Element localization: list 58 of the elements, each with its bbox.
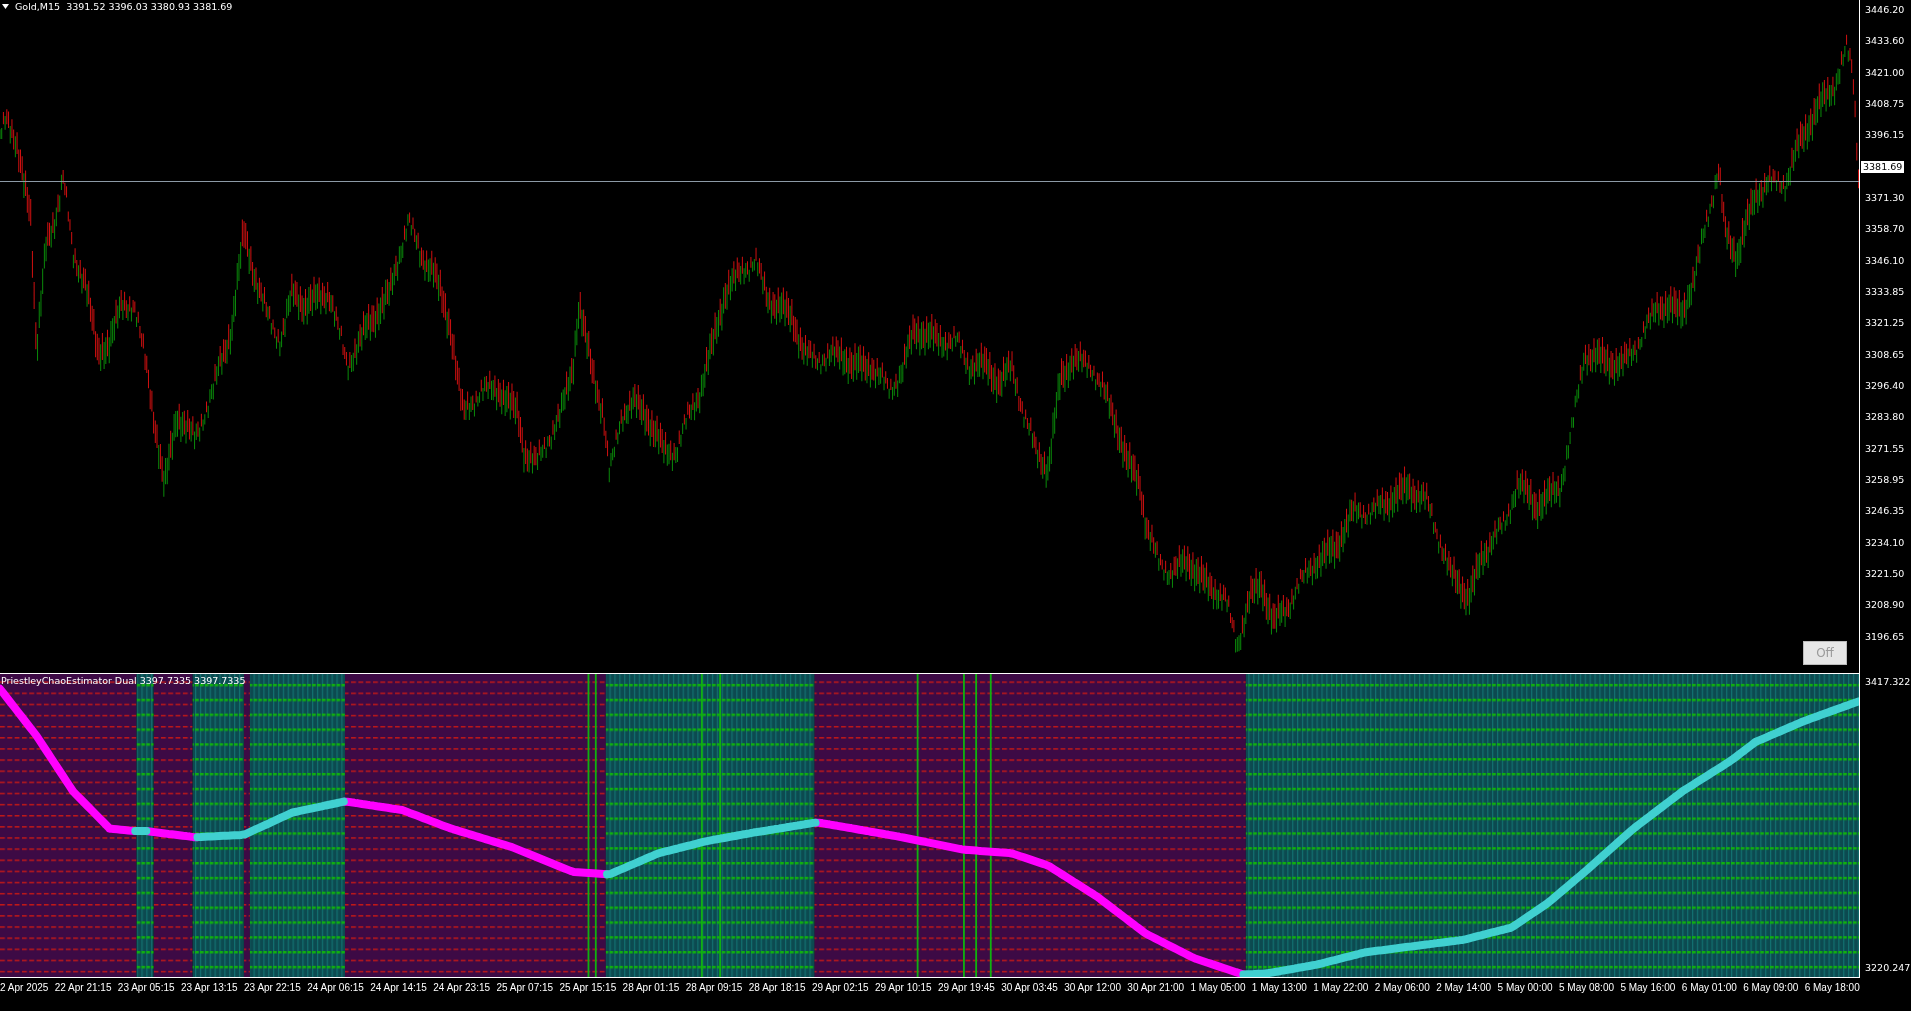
time-axis-label: 2 May 06:00 bbox=[1374, 982, 1430, 993]
time-axis-label: 29 Apr 19:45 bbox=[938, 982, 995, 993]
time-axis-label: 6 May 18:00 bbox=[1804, 982, 1860, 993]
current-price-label: 3381.69 bbox=[1861, 160, 1905, 173]
price-axis-label: 3321.25 bbox=[1864, 317, 1906, 330]
time-axis-label: 24 Apr 14:15 bbox=[370, 982, 427, 993]
price-axis-label: 3296.40 bbox=[1864, 379, 1906, 392]
time-axis-label: 30 Apr 03:45 bbox=[1001, 982, 1058, 993]
time-axis-label: 28 Apr 01:15 bbox=[622, 982, 680, 993]
price-axis-label: 3234.10 bbox=[1864, 536, 1906, 549]
time-axis-label: 1 May 13:00 bbox=[1251, 982, 1307, 993]
ohlc-values: 3391.52 3396.03 3380.93 3381.69 bbox=[66, 1, 233, 12]
time-axis-label: 29 Apr 10:15 bbox=[874, 982, 932, 993]
off-button[interactable]: Off bbox=[1803, 641, 1847, 665]
time-axis-label: 25 Apr 15:15 bbox=[559, 982, 617, 993]
time-axis-label: 24 Apr 06:15 bbox=[307, 982, 364, 993]
price-axis-label: 3371.30 bbox=[1864, 191, 1906, 204]
time-axis-label: 23 Apr 22:15 bbox=[244, 982, 301, 993]
time-axis-label: 24 Apr 23:15 bbox=[433, 982, 491, 993]
time-axis-label: 6 May 01:00 bbox=[1681, 982, 1737, 993]
indicator-axis-label: 3417.322 bbox=[1864, 676, 1911, 688]
price-axis-label: 3221.50 bbox=[1864, 567, 1906, 580]
price-axis-label: 3283.80 bbox=[1864, 411, 1906, 424]
price-axis-label: 3346.10 bbox=[1864, 254, 1906, 267]
time-axis-label: 23 Apr 13:15 bbox=[180, 982, 238, 993]
price-axis-label: 3358.70 bbox=[1864, 223, 1906, 236]
price-axis-label: 3433.60 bbox=[1864, 35, 1906, 48]
price-axis-label: 3271.55 bbox=[1864, 442, 1906, 455]
price-axis-label: 3208.90 bbox=[1864, 599, 1906, 612]
symbol-label: Gold,M15 bbox=[15, 1, 61, 12]
time-axis-label: 28 Apr 18:15 bbox=[748, 982, 806, 993]
time-axis-label: 1 May 22:00 bbox=[1313, 982, 1369, 993]
time-axis-label: 23 Apr 05:15 bbox=[117, 982, 175, 993]
price-axis-label: 3446.20 bbox=[1864, 4, 1906, 16]
time-axis-label: 29 Apr 02:15 bbox=[811, 982, 869, 993]
indicator-title: PriestleyChaoEstimator Dual 3397.7335 3397.7335 bbox=[1, 675, 246, 686]
time-axis-label: 30 Apr 21:00 bbox=[1127, 982, 1185, 993]
price-axis-label: 3408.75 bbox=[1864, 98, 1906, 110]
price-axis-label: 3396.15 bbox=[1864, 129, 1906, 142]
time-axis-label: 2 May 14:00 bbox=[1436, 982, 1492, 993]
price-axis-label: 3421.00 bbox=[1864, 66, 1906, 79]
time-axis-label: 22 Apr 21:15 bbox=[54, 982, 112, 993]
time-axis-label: 1 May 05:00 bbox=[1190, 982, 1246, 993]
time-axis-label: 5 May 00:00 bbox=[1497, 982, 1553, 993]
indicator-axis-label: 3220.247 bbox=[1864, 962, 1911, 974]
price-axis-label: 3258.95 bbox=[1864, 473, 1906, 486]
time-axis-label: 30 Apr 12:00 bbox=[1064, 982, 1121, 993]
price-axis-label: 3196.65 bbox=[1864, 630, 1906, 643]
time-axis-label: 2 Apr 2025 bbox=[0, 982, 49, 993]
price-axis-label: 3246.35 bbox=[1864, 505, 1906, 518]
price-axis-label: 3308.65 bbox=[1864, 348, 1906, 361]
time-axis-label: 5 May 16:00 bbox=[1620, 982, 1676, 993]
time-axis-label: 25 Apr 07:15 bbox=[496, 982, 554, 993]
dropdown-triangle-icon[interactable] bbox=[2, 4, 9, 9]
time-axis-label: 5 May 08:00 bbox=[1558, 982, 1614, 993]
time-axis-label: 28 Apr 09:15 bbox=[685, 982, 743, 993]
price-axis-label: 3333.85 bbox=[1864, 285, 1906, 298]
time-axis-label: 6 May 09:00 bbox=[1743, 982, 1799, 993]
